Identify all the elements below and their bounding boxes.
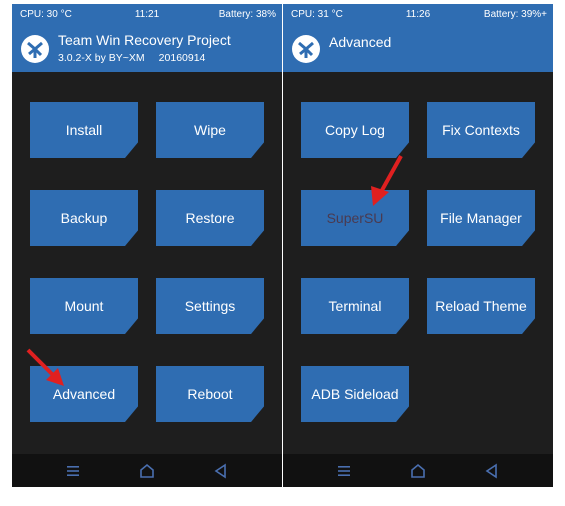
wipe-button[interactable]: Wipe bbox=[156, 102, 264, 158]
reboot-button[interactable]: Reboot bbox=[156, 366, 264, 422]
advanced-button[interactable]: Advanced bbox=[30, 366, 138, 422]
terminal-button[interactable]: Terminal bbox=[301, 278, 409, 334]
home-icon[interactable] bbox=[409, 462, 427, 480]
settings-button[interactable]: Settings bbox=[156, 278, 264, 334]
status-bar: CPU: 30 °C 11:21 Battery: 38% bbox=[12, 4, 282, 26]
twrp-logo-icon bbox=[292, 35, 320, 63]
mount-button[interactable]: Mount bbox=[30, 278, 138, 334]
restore-button[interactable]: Restore bbox=[156, 190, 264, 246]
backup-button[interactable]: Backup bbox=[30, 190, 138, 246]
file-manager-button[interactable]: File Manager bbox=[427, 190, 535, 246]
status-bar: CPU: 31 °C 11:26 Battery: 39%+ bbox=[283, 4, 553, 26]
install-button[interactable]: Install bbox=[30, 102, 138, 158]
back-icon[interactable] bbox=[212, 462, 230, 480]
battery-level: Battery: 39%+ bbox=[483, 9, 547, 20]
back-icon[interactable] bbox=[483, 462, 501, 480]
reload-theme-button[interactable]: Reload Theme bbox=[427, 278, 535, 334]
header-subtitle: 3.0.2-X by BY~XM 20160914 bbox=[58, 52, 205, 64]
home-icon[interactable] bbox=[138, 462, 156, 480]
header: Team Win Recovery Project 3.0.2-X by BY~… bbox=[12, 26, 282, 72]
header-title: Team Win Recovery Project bbox=[58, 32, 231, 48]
nav-bar bbox=[12, 454, 282, 487]
twrp-advanced-screen: CPU: 31 °C 11:26 Battery: 39%+ Advanced … bbox=[283, 4, 553, 487]
battery-level: Battery: 38% bbox=[218, 9, 276, 20]
menu-icon[interactable] bbox=[335, 462, 353, 480]
menu-icon[interactable] bbox=[64, 462, 82, 480]
twrp-logo-icon bbox=[21, 35, 49, 63]
copy-log-button[interactable]: Copy Log bbox=[301, 102, 409, 158]
nav-bar bbox=[283, 454, 553, 487]
header-title: Advanced bbox=[329, 34, 392, 50]
supersu-button[interactable]: SuperSU bbox=[301, 190, 409, 246]
build-date: 20160914 bbox=[158, 52, 206, 64]
fix-contexts-button[interactable]: Fix Contexts bbox=[427, 102, 535, 158]
header: Advanced bbox=[283, 26, 553, 72]
version-label: 3.0.2-X by BY~XM bbox=[58, 52, 145, 64]
twrp-main-screen: CPU: 30 °C 11:21 Battery: 38% Team Win R… bbox=[12, 4, 282, 487]
adb-sideload-button[interactable]: ADB Sideload bbox=[301, 366, 409, 422]
